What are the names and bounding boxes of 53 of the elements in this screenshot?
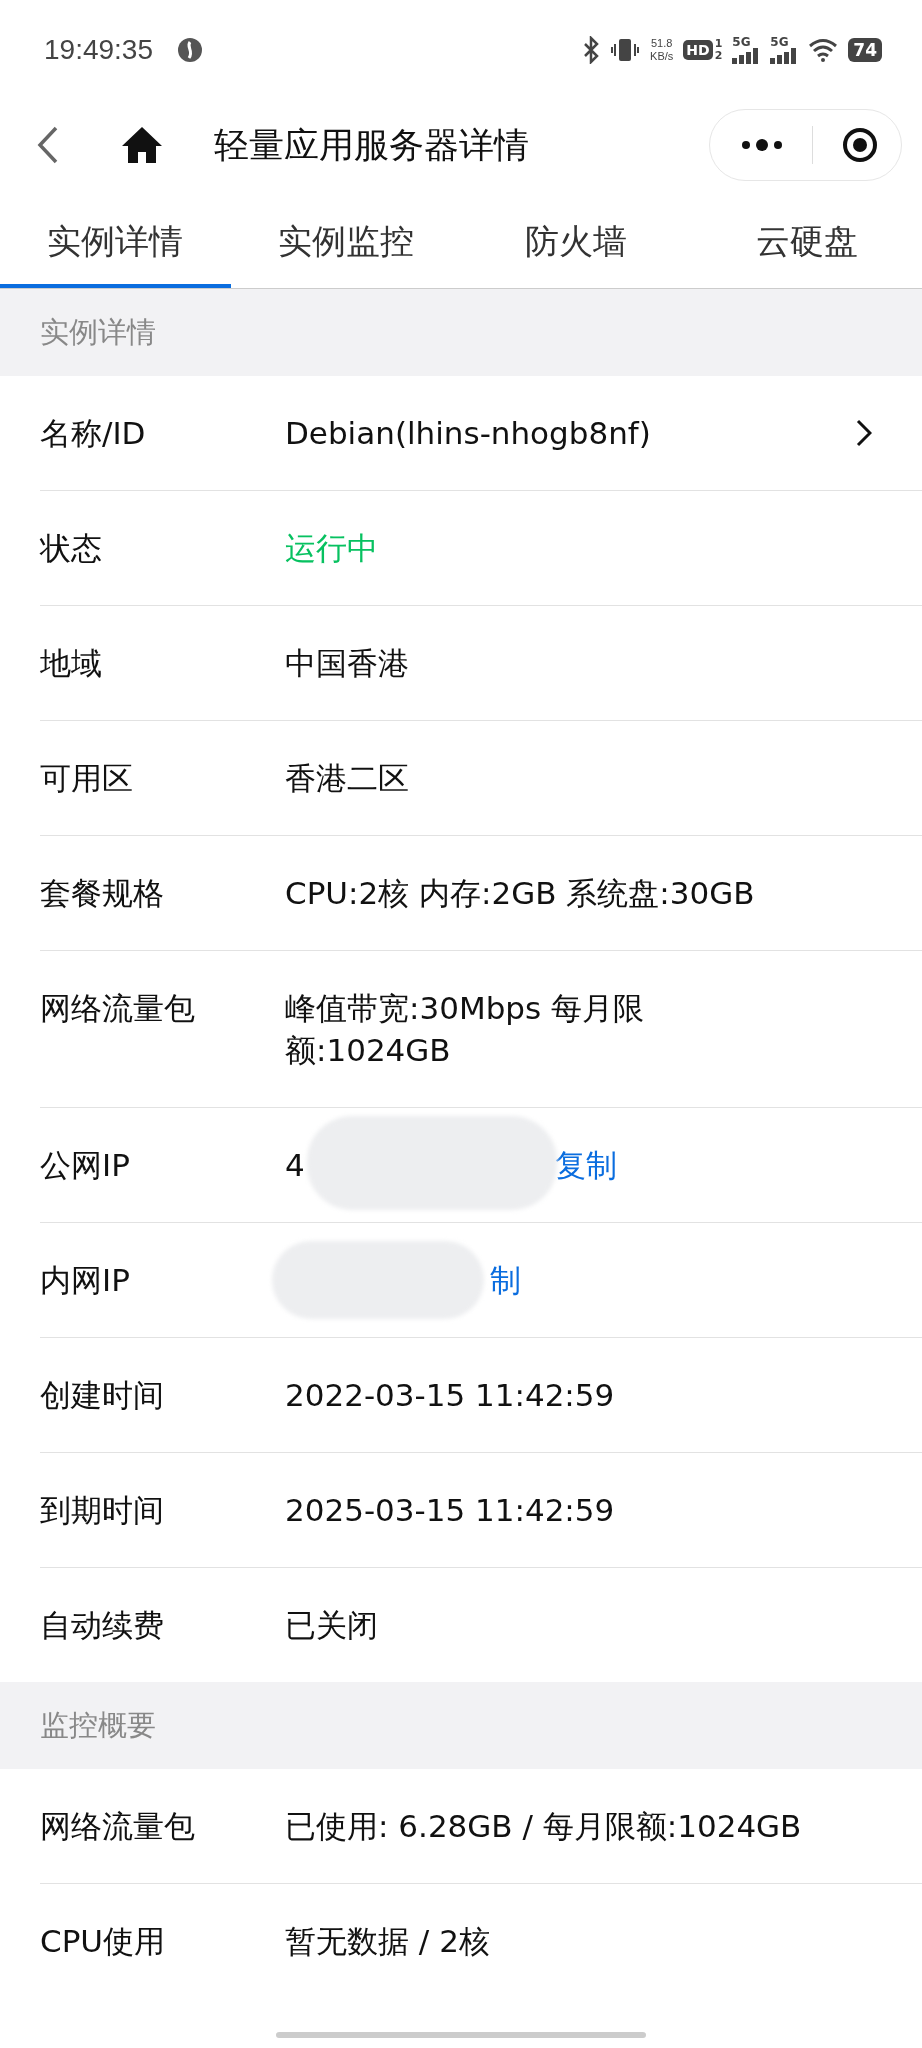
- row-value: Debian(lhins-nhogb8nf): [285, 414, 652, 453]
- row-value: CPU:2核 内存:2GB 系统盘:30GB: [285, 874, 756, 913]
- tab[interactable]: 实例监控: [230, 200, 461, 288]
- sim-number: 1: [714, 38, 723, 50]
- row-value: 中国香港: [285, 644, 410, 683]
- network-type: 5G: [770, 36, 789, 48]
- row-value: 已使用: 6.28GB / 每月限额:1024GB: [285, 1807, 803, 1846]
- row-value: 暂无数据 / 2核: [285, 1922, 491, 1961]
- app-notification-icon: [177, 37, 203, 63]
- section-header: 监控概要: [40, 1706, 156, 1744]
- sim-number: 2: [714, 50, 723, 62]
- row-label: 内网IP: [40, 1261, 131, 1300]
- row-label: 网络流量包: [40, 1807, 196, 1846]
- signal-icon: [732, 48, 761, 64]
- row-label: 状态: [40, 529, 103, 568]
- row-label: 自动续费: [40, 1606, 165, 1645]
- chevron-right-icon[interactable]: [856, 419, 872, 447]
- vibrate-icon: [610, 36, 641, 64]
- tab[interactable]: 防火墙: [461, 200, 692, 288]
- row-value: 4: [285, 1146, 305, 1185]
- copy-link[interactable]: 复制: [554, 1144, 617, 1186]
- battery-icon: 74: [848, 38, 882, 62]
- row-label: 可用区: [40, 759, 134, 798]
- row-label: 名称/ID: [40, 414, 147, 453]
- close-target-icon[interactable]: [841, 126, 879, 164]
- page-title: 轻量应用服务器详情: [214, 123, 530, 167]
- wifi-icon: [808, 38, 839, 62]
- row-value: 2022-03-15 11:42:59: [285, 1376, 616, 1415]
- row-label: 套餐规格: [40, 874, 165, 913]
- row-label: 到期时间: [40, 1491, 165, 1530]
- network-type: 5G: [732, 36, 751, 48]
- row-label: 网络流量包: [40, 989, 196, 1028]
- speed-unit: KB/s: [650, 50, 674, 63]
- home-icon[interactable]: [120, 125, 164, 165]
- row-value: 峰值带宽:30Mbps 每月限额:1024GB: [285, 989, 645, 1070]
- status-value: 运行中: [285, 529, 379, 568]
- more-icon[interactable]: [740, 138, 784, 152]
- signal-icon: [770, 48, 799, 64]
- tab[interactable]: 云硬盘: [691, 200, 922, 288]
- row-label: 创建时间: [40, 1376, 165, 1415]
- section-header: 实例详情: [40, 313, 156, 351]
- copy-link[interactable]: 制: [490, 1259, 521, 1301]
- row-value: 已关闭: [285, 1606, 379, 1645]
- network-speed: 51.8: [651, 37, 673, 50]
- row-label: 公网IP: [40, 1146, 131, 1185]
- hd-badge: HD: [683, 40, 713, 60]
- row-value: 香港二区: [285, 759, 410, 798]
- bluetooth-icon: [582, 36, 601, 64]
- row-label: 地域: [40, 644, 103, 683]
- status-time: 19:49:35: [44, 34, 153, 66]
- back-icon[interactable]: [36, 125, 60, 165]
- row-value: 2025-03-15 11:42:59: [285, 1491, 616, 1530]
- row-label: CPU使用: [40, 1922, 167, 1961]
